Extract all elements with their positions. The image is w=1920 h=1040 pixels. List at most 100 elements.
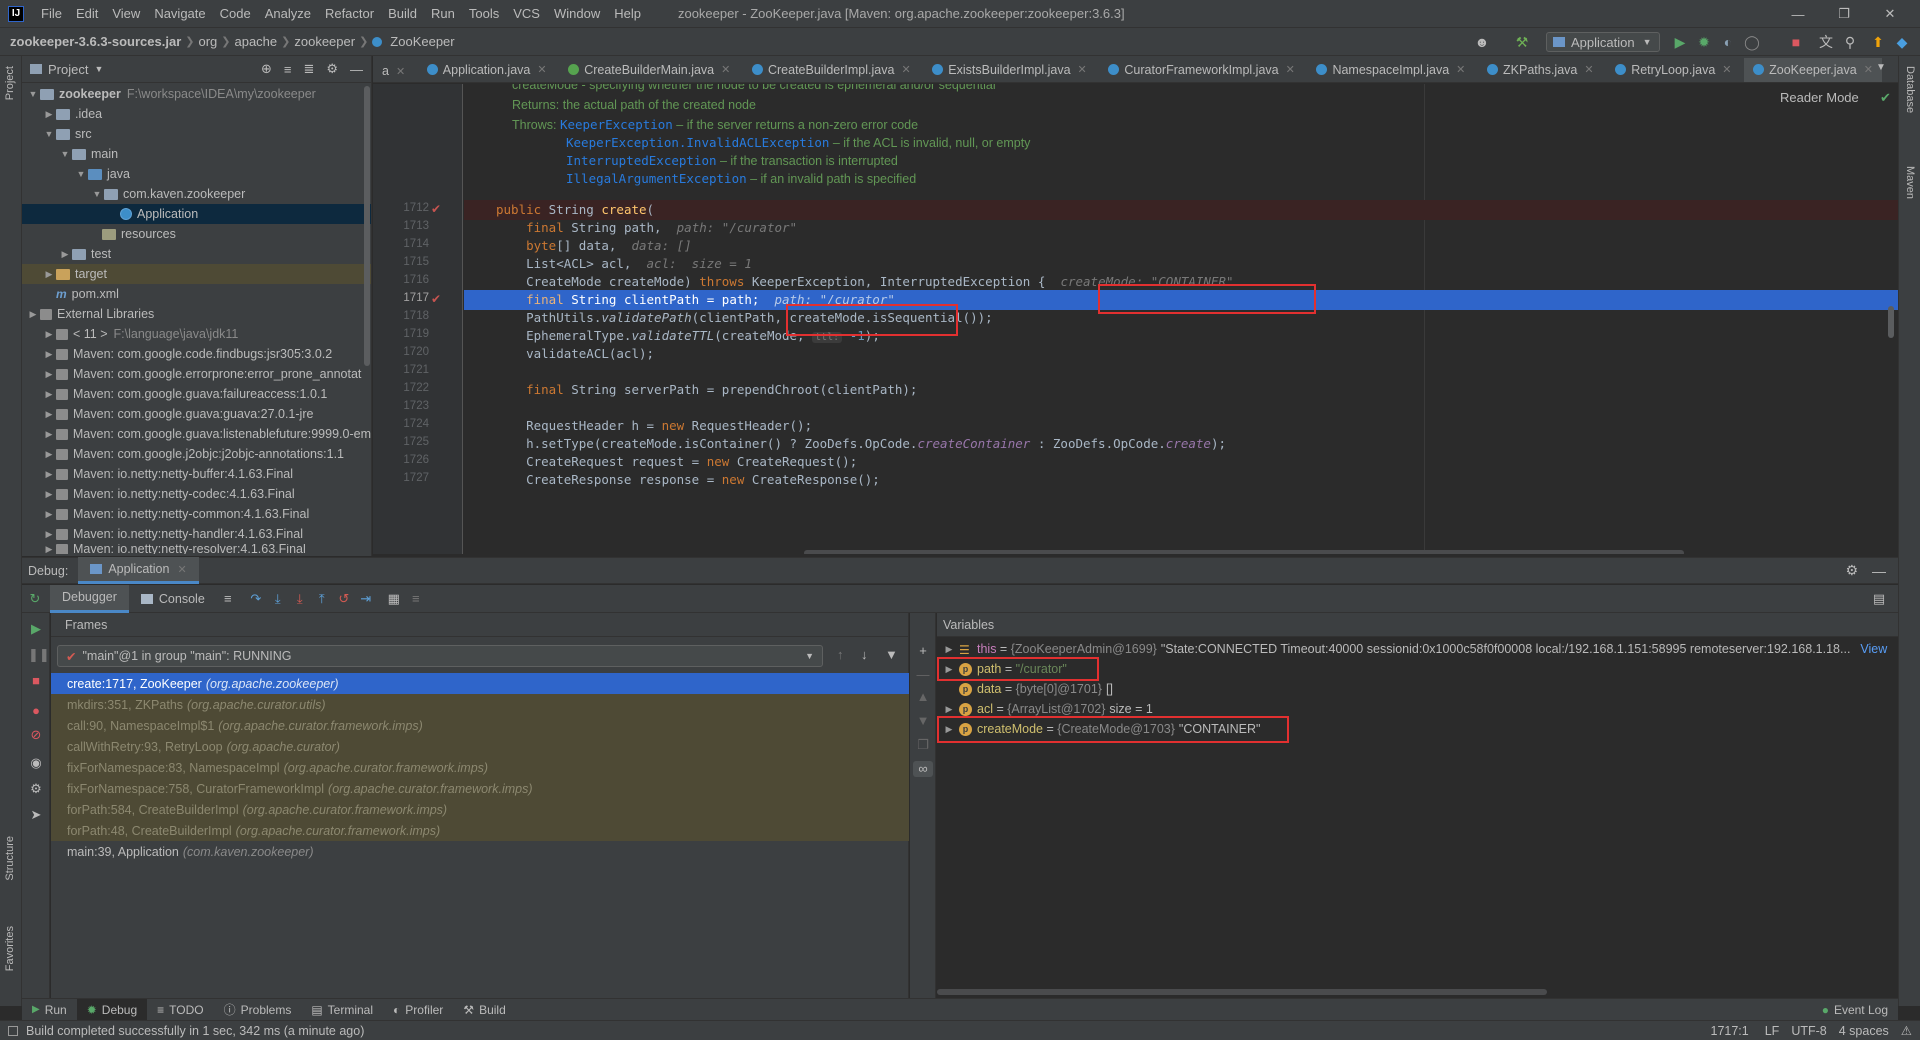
toolwindow-terminal[interactable]: ▤ Terminal [301,999,383,1021]
menu-navigate[interactable]: Navigate [147,0,212,28]
tree-item[interactable]: ▶ Maven: com.google.guava:listenablefutur… [22,424,372,444]
variables-horizontal-scrollbar[interactable] [937,989,1547,995]
variable-row-this[interactable]: ▶ ☰ this = {ZooKeeperAdmin@1699} "State:… [941,639,1888,659]
debug-icon[interactable]: ✹ [1694,32,1714,52]
rerun-icon[interactable]: ↻ [24,588,46,610]
profile-icon[interactable]: ◯ [1742,32,1762,52]
chevron-right-icon[interactable]: ▶ [42,269,56,280]
gear-icon[interactable]: ⚙ [1845,562,1858,579]
status-toggle-icon[interactable] [8,1025,18,1036]
frame-row[interactable]: mkdirs:351, ZKPaths (org.apache.curator.u… [51,694,909,715]
toolwindow-debug[interactable]: ✹ Debug [76,998,148,1021]
view-breakpoints-icon[interactable]: ● [28,703,44,719]
toolwindow-profiler[interactable]: ◐ Profiler [383,999,453,1021]
chevron-right-icon[interactable]: ▶ [42,544,56,554]
close-icon[interactable]: ✕ [396,65,405,78]
update-icon[interactable]: ⬆ [1868,32,1888,52]
copy-icon[interactable]: ❐ [915,737,931,753]
menu-build[interactable]: Build [381,0,424,28]
doc-exception-link[interactable]: KeeperException [560,117,673,132]
chevron-right-icon[interactable]: ▶ [941,704,957,715]
tree-item[interactable]: ▶ Maven: com.google.j2objc:j2objc-annotat… [22,444,371,464]
toolwindow-build[interactable]: ⚒ Build [453,999,515,1021]
chevron-down-icon[interactable]: ▼ [1876,62,1886,73]
editor-horizontal-scrollbar[interactable] [804,550,1684,554]
tab-createbuildermain[interactable]: CreateBuilderMain.java ✕ [559,56,739,82]
user-icon[interactable]: ☻ [1472,32,1492,52]
frame-row[interactable]: forPath:48, CreateBuilderImpl (org.apache… [51,820,909,841]
close-icon[interactable]: ✕ [537,63,546,76]
run-icon[interactable]: ▶ [1670,32,1690,52]
tree-item[interactable]: ▶ Maven: io.netty:netty-resolver:4.1.63.F… [22,544,371,554]
chevron-right-icon[interactable]: ▶ [42,109,56,120]
chevron-down-icon[interactable]: ▼ [26,89,40,99]
tree-item[interactable]: resources [22,224,371,244]
menu-run[interactable]: Run [424,0,462,28]
chevron-down-icon[interactable]: ▼ [90,189,104,199]
menu-icon[interactable]: ≡ [217,588,239,610]
restore-icon[interactable]: ❐ [1822,0,1866,28]
frame-row[interactable]: fixForNamespace:83, NamespaceImpl (org.ap… [51,757,909,778]
tree-item[interactable]: ▶ Maven: com.google.guava:failureaccess:1… [22,384,371,404]
menu-analyze[interactable]: Analyze [258,0,318,28]
tree-item[interactable]: ▶ .idea [22,104,371,124]
chevron-right-icon[interactable]: ▶ [42,509,56,520]
tree-item[interactable]: ▶ External Libraries [22,304,371,324]
step-out-icon[interactable]: ⤒ [311,588,333,610]
close-icon[interactable]: ✕ [1722,63,1731,76]
tab-console[interactable]: Console [129,585,217,613]
caret-position[interactable]: 1717:1 [1711,1024,1749,1038]
coverage-icon[interactable]: ◐ [1718,32,1738,52]
expand-all-icon[interactable]: ≡ [284,62,292,77]
tab-zookeeper[interactable]: ZooKeeper.java ✕ [1744,57,1882,82]
project-view-selector[interactable]: Project [48,62,88,77]
menu-help[interactable]: Help [607,0,648,28]
close-icon[interactable]: ✕ [721,63,730,76]
close-icon[interactable]: ✕ [1078,63,1087,76]
doc-exception-link[interactable]: KeeperException.InvalidACLException [566,135,829,150]
tab-curatorframeworkimpl[interactable]: CuratorFrameworkImpl.java ✕ [1099,56,1303,82]
collapse-all-icon[interactable]: ≣ [303,61,314,77]
close-icon[interactable]: ✕ [901,63,910,76]
code-editor[interactable]: createMode - specifying whether the node… [464,84,1898,554]
drop-frame-icon[interactable]: ↺ [333,588,355,610]
frame-row[interactable]: create:1717, ZooKeeper (org.apache.zookee… [51,673,909,694]
project-scrollbar[interactable] [364,86,370,366]
toolwindow-run[interactable]: ▶ Run [22,999,77,1021]
translate-icon[interactable]: 文 [1816,32,1836,52]
chevron-right-icon[interactable]: ▶ [58,249,72,260]
chevron-right-icon[interactable]: ▶ [42,469,56,480]
tree-item[interactable]: m pom.xml [22,284,371,304]
menu-code[interactable]: Code [213,0,258,28]
arrow-up-icon[interactable]: ↑ [837,647,844,662]
menu-vcs[interactable]: VCS [506,0,547,28]
menu-tools[interactable]: Tools [462,0,506,28]
doc-exception-link[interactable]: InterruptedException [566,153,717,168]
pause-icon[interactable]: ❚❚ [28,647,50,663]
inspection-ok-icon[interactable]: ✔ [1880,90,1891,106]
chevron-right-icon[interactable]: ▶ [42,349,56,360]
close-icon[interactable]: ✕ [1456,63,1465,76]
build-hammer-icon[interactable]: ⚒ [1512,32,1532,52]
tree-item[interactable]: ▼ main [22,144,371,164]
structure-tool-button[interactable]: Structure [4,836,16,881]
frame-row[interactable]: fixForNamespace:758, CuratorFrameworkImp… [51,778,909,799]
step-into-icon[interactable]: ⤓ [267,588,289,610]
breakpoint-icon[interactable]: ✔ [431,203,443,215]
menu-edit[interactable]: Edit [69,0,105,28]
chevron-right-icon[interactable]: ▶ [42,389,56,400]
plugin-icon[interactable]: ◆ [1892,32,1912,52]
tree-item[interactable]: ▼ src [22,124,371,144]
tree-item-selected[interactable]: Application [22,204,371,224]
tree-item[interactable]: ▶ target [22,264,371,284]
line-separator[interactable]: LF [1765,1024,1780,1038]
maven-tool-button[interactable]: Maven [1904,166,1916,199]
mute-breakpoints-icon[interactable]: ⊘ [28,727,44,743]
tab-retryloop[interactable]: RetryLoop.java ✕ [1606,56,1740,82]
chevron-right-icon[interactable]: ▶ [941,644,957,655]
tree-item[interactable]: ▶ Maven: com.google.errorprone:error_pron… [22,364,371,384]
search-icon[interactable]: ⚲ [1840,32,1860,52]
breadcrumb-apache[interactable]: apache [230,34,281,49]
resume-icon[interactable]: ▶ [28,621,44,637]
chevron-right-icon[interactable]: ▶ [42,409,56,420]
